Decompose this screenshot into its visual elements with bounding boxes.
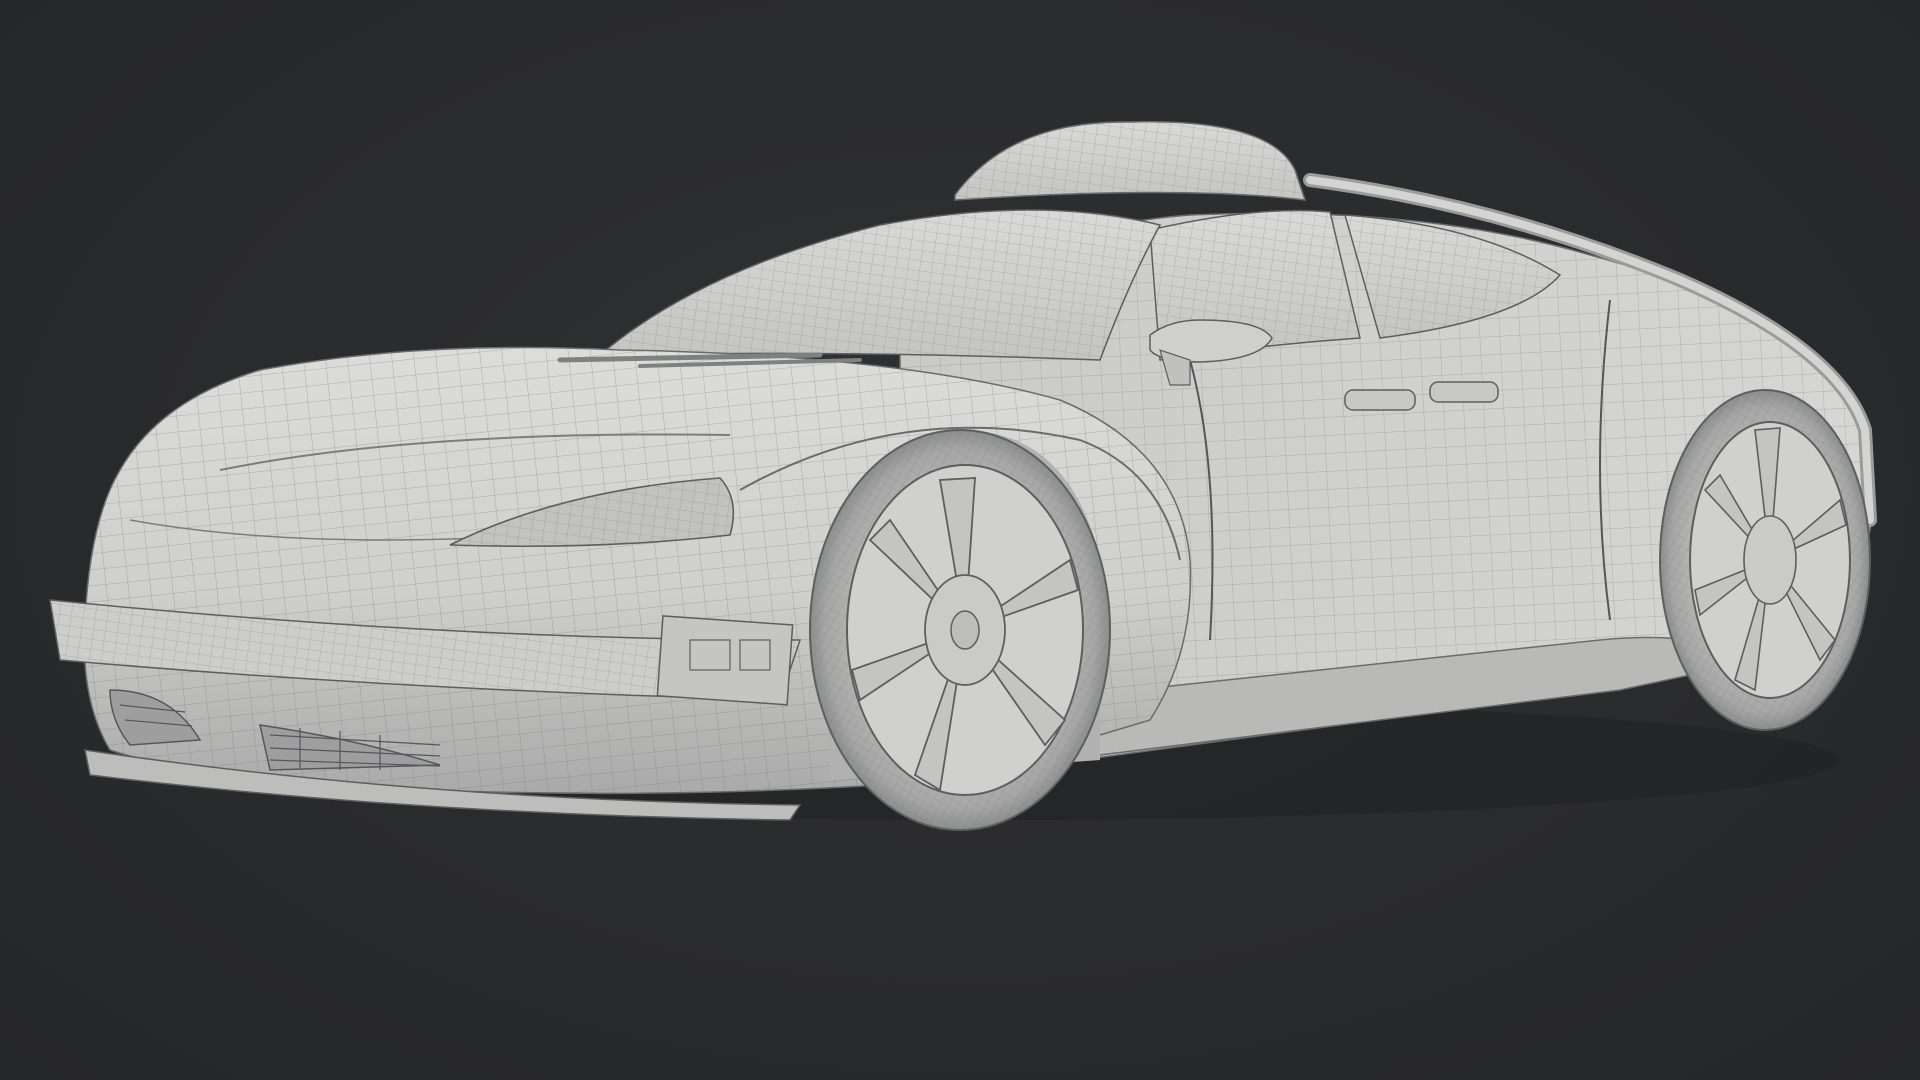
windshield bbox=[597, 209, 1162, 361]
front-wheel bbox=[809, 429, 1111, 831]
door-handle bbox=[1344, 389, 1416, 411]
car-wireframe-render bbox=[49, 120, 1877, 831]
roof-hoop bbox=[954, 120, 1307, 201]
render-viewport bbox=[0, 0, 1920, 1080]
rear-wheel bbox=[1659, 389, 1871, 731]
